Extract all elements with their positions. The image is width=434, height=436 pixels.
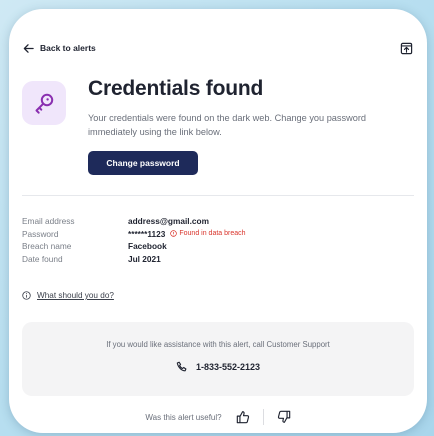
detail-value: Jul 2021 <box>128 253 161 264</box>
detail-row-password: Password ******1123 Found in data breach <box>22 228 413 241</box>
breach-warning: Found in data breach <box>170 230 246 238</box>
breach-note: Found in data breach <box>179 230 246 238</box>
feedback-separator <box>262 409 264 425</box>
thumbs-down-icon[interactable] <box>277 410 291 424</box>
divider <box>22 195 414 196</box>
alert-description: Your credentials were found on the dark … <box>88 113 367 137</box>
alert-title: Credentials found <box>88 77 264 100</box>
feedback-row: Was this alert useful? <box>9 409 427 425</box>
alert-detail-card: Back to alerts Credentials found Your cr… <box>9 9 427 433</box>
detail-value: ******1123 <box>128 228 166 239</box>
top-bar: Back to alerts <box>23 38 413 58</box>
support-text: If you would like assistance with this a… <box>106 340 330 349</box>
customer-support-panel: If you would like assistance with this a… <box>22 322 414 396</box>
info-icon <box>22 291 31 300</box>
export-icon[interactable] <box>400 42 413 55</box>
detail-row-breach-name: Breach name Facebook <box>22 240 413 253</box>
detail-row-date-found: Date found Jul 2021 <box>22 253 413 266</box>
feedback-question: Was this alert useful? <box>145 412 222 422</box>
support-phone-link[interactable]: 1-833-552-2123 <box>22 361 414 373</box>
detail-value: address@gmail.com <box>128 216 209 227</box>
phone-icon <box>176 361 187 372</box>
thumbs-up-icon[interactable] <box>236 410 250 424</box>
what-should-you-do-link[interactable]: What should you do? <box>37 291 114 300</box>
alert-circle-icon <box>170 230 178 237</box>
back-label: Back to alerts <box>40 43 96 53</box>
key-icon-tile <box>22 81 66 125</box>
breach-details: Email address address@gmail.com Password… <box>22 215 413 265</box>
detail-label: Breach name <box>22 241 72 252</box>
detail-value-wrap: ******1123 Found in data breach <box>128 229 246 239</box>
arrow-left-icon <box>23 43 34 53</box>
detail-label: Email address <box>22 216 75 227</box>
alert-header: Credentials found Your credentials were … <box>22 75 413 185</box>
support-phone-number: 1-833-552-2123 <box>195 362 261 372</box>
change-password-button[interactable]: Change password <box>88 151 198 175</box>
detail-row-email: Email address address@gmail.com <box>22 215 413 228</box>
help-row: What should you do? <box>22 291 114 300</box>
back-to-alerts-link[interactable]: Back to alerts <box>23 43 96 54</box>
detail-value: Facebook <box>128 241 167 252</box>
detail-label: Password <box>22 228 59 239</box>
key-icon <box>35 93 54 114</box>
detail-label: Date found <box>22 253 63 264</box>
